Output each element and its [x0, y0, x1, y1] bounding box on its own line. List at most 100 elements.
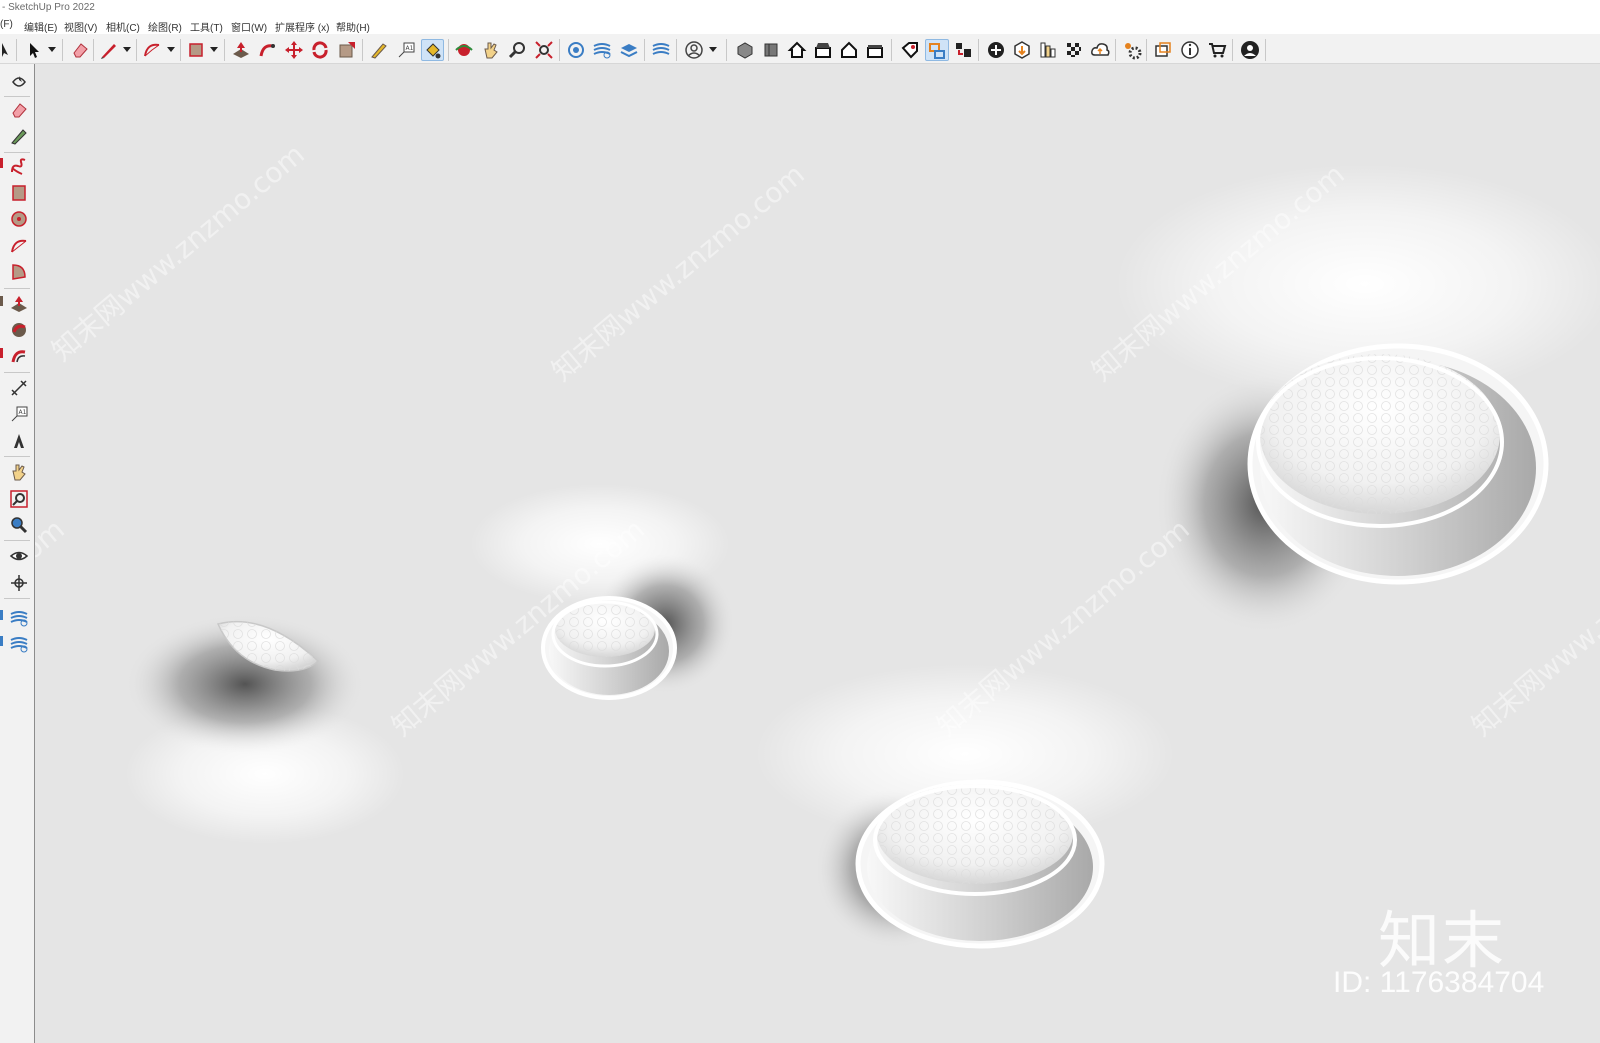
- chevron-down-icon[interactable]: [708, 44, 718, 54]
- circle-icon[interactable]: [9, 209, 29, 229]
- menu-window[interactable]: 窗口(W): [231, 19, 267, 34]
- toolbar-separator: [448, 39, 449, 61]
- freehand-icon[interactable]: [9, 156, 29, 176]
- zoom-extents-icon[interactable]: [534, 40, 554, 60]
- paint-icon[interactable]: [9, 126, 29, 146]
- scale-icon[interactable]: [337, 40, 357, 60]
- zoom-window-icon[interactable]: [9, 489, 29, 509]
- follow-me-icon[interactable]: [257, 40, 277, 60]
- extension-icon[interactable]: [651, 40, 671, 60]
- menu-draw[interactable]: 绘图(R): [148, 19, 182, 34]
- cloud-icon[interactable]: [1090, 40, 1110, 60]
- pan-icon[interactable]: [481, 40, 501, 60]
- eraser-icon[interactable]: [9, 100, 29, 120]
- back-view-icon[interactable]: [839, 40, 859, 60]
- window-title: - SketchUp Pro 2022: [2, 2, 95, 13]
- scenes-icon[interactable]: [1153, 40, 1173, 60]
- svg-text:A1: A1: [19, 409, 27, 416]
- left-view-icon[interactable]: [865, 40, 885, 60]
- chevron-down-icon[interactable]: [122, 44, 132, 54]
- eraser-icon[interactable]: [70, 40, 90, 60]
- select-icon[interactable]: [24, 40, 44, 60]
- pan-icon[interactable]: [9, 462, 29, 482]
- three-d-text-icon[interactable]: [9, 431, 29, 451]
- chevron-down-icon[interactable]: [166, 44, 176, 54]
- move-icon[interactable]: [284, 40, 304, 60]
- tape-measure-icon[interactable]: [369, 40, 389, 60]
- text-icon[interactable]: A1: [396, 40, 416, 60]
- walk-icon[interactable]: [9, 573, 29, 593]
- push-pull-icon[interactable]: [9, 294, 29, 314]
- add-location-icon[interactable]: [986, 40, 1006, 60]
- pencil-line-icon[interactable]: [99, 40, 119, 60]
- top-view-icon[interactable]: [761, 40, 781, 60]
- orbit-icon[interactable]: [9, 72, 29, 92]
- downlight-large-right: [1115, 164, 1600, 634]
- toolbar-separator: [559, 39, 560, 61]
- right-view-icon[interactable]: [813, 40, 833, 60]
- partial-icon-edge: [0, 296, 3, 306]
- toolbar-separator: [978, 39, 979, 61]
- menu-bar: (F) 编辑(E) 视图(V) 相机(C) 绘图(R) 工具(T) 窗口(W) …: [0, 17, 1600, 34]
- select-partial-icon[interactable]: [0, 40, 14, 60]
- toolbar-separator: [1146, 39, 1147, 61]
- arc-icon[interactable]: [9, 236, 29, 256]
- menu-camera[interactable]: 相机(C): [106, 19, 140, 34]
- front-view-icon[interactable]: [787, 40, 807, 60]
- toolbar-separator: [891, 39, 892, 61]
- toolbar-separator: [1265, 39, 1266, 61]
- chevron-down-icon[interactable]: [209, 44, 219, 54]
- menu-extensions[interactable]: 扩展程序 (x): [275, 19, 329, 34]
- partial-icon-edge: [0, 610, 3, 620]
- zoom-extents-icon[interactable]: [9, 515, 29, 535]
- ceiling-model-render: [125, 164, 1600, 949]
- section-plane-icon[interactable]: [566, 40, 586, 60]
- outliner-icon[interactable]: [1038, 40, 1058, 60]
- menu-help[interactable]: 帮助(H): [336, 19, 370, 34]
- zoom-icon[interactable]: [507, 40, 527, 60]
- account-icon[interactable]: [1240, 40, 1260, 60]
- label-icon[interactable]: A1: [9, 404, 29, 424]
- toolbar-separator: [180, 39, 181, 61]
- pie-icon[interactable]: [9, 262, 29, 282]
- styles-icon[interactable]: [925, 39, 949, 61]
- sandbox-icon[interactable]: [592, 40, 612, 60]
- cart-icon[interactable]: [1207, 40, 1227, 60]
- offset-icon[interactable]: [9, 346, 29, 366]
- paint-bucket-icon[interactable]: [421, 39, 444, 61]
- rotate-icon[interactable]: [310, 40, 330, 60]
- toolbar-separator: [4, 456, 30, 457]
- toolbar-separator: [644, 39, 645, 61]
- dimension-icon[interactable]: [9, 378, 29, 398]
- model-viewport[interactable]: 知末网www.znzmo.com 知末网www.znzmo.com 知末网www…: [35, 64, 1600, 1043]
- chevron-down-icon[interactable]: [47, 44, 57, 54]
- toolbar-separator: [726, 39, 727, 61]
- menu-view[interactable]: 视图(V): [64, 19, 97, 34]
- follow-me-icon[interactable]: [9, 320, 29, 340]
- user-icon[interactable]: [684, 40, 704, 60]
- toolbar-separator: [4, 152, 30, 153]
- tag-icon[interactable]: [900, 40, 920, 60]
- menu-file[interactable]: (F): [0, 19, 13, 30]
- push-pull-icon[interactable]: [231, 40, 251, 60]
- look-around-icon[interactable]: [9, 546, 29, 566]
- rectangle-icon[interactable]: [9, 183, 29, 203]
- menu-edit[interactable]: 编辑(E): [24, 19, 57, 34]
- components-icon[interactable]: [953, 40, 973, 60]
- arc-icon[interactable]: [142, 40, 162, 60]
- toolbar-separator: [4, 540, 30, 541]
- downlight-small-center: [470, 484, 735, 700]
- texture-icon[interactable]: [1064, 40, 1084, 60]
- iso-view-icon[interactable]: [735, 40, 755, 60]
- rectangle-icon[interactable]: [186, 40, 206, 60]
- solid-tools-icon[interactable]: [1012, 40, 1032, 60]
- sandbox-smoove-icon[interactable]: [9, 634, 29, 654]
- menu-tools[interactable]: 工具(T): [190, 19, 223, 34]
- sandbox-from-contours-icon[interactable]: [9, 608, 29, 628]
- downlight-tilted-left: [125, 614, 405, 844]
- partial-icon-edge: [0, 348, 3, 358]
- settings-icon[interactable]: [1122, 40, 1142, 60]
- layers-icon[interactable]: [619, 40, 639, 60]
- orbit-icon[interactable]: [454, 40, 474, 60]
- info-icon[interactable]: [1180, 40, 1200, 60]
